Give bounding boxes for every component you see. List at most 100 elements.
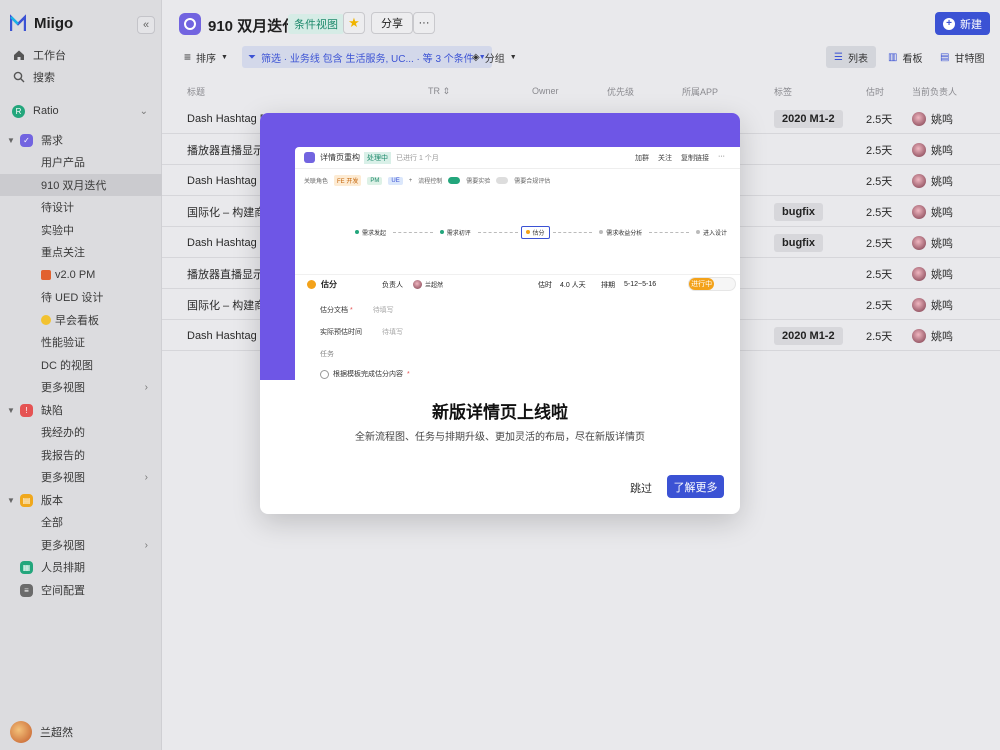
collapse-sidebar-button[interactable]: « [137, 16, 155, 34]
cell-assignee[interactable]: 姚鸣 [912, 227, 953, 258]
process-label: 流程控制 [418, 179, 443, 185]
column-header-priority[interactable]: 优先级 [607, 80, 634, 102]
requirement-icon [304, 152, 315, 163]
column-header-tr[interactable]: TR ⇕ [428, 80, 450, 102]
task-schedule: 5-12~5-16 [624, 281, 657, 288]
cell-assignee[interactable]: 姚鸣 [912, 134, 953, 165]
cell-title[interactable]: 播放器直播显示 [187, 134, 264, 165]
group-button[interactable]: ◈ 分组 ▼ [472, 46, 517, 68]
add-role-icon: + [408, 177, 413, 184]
avatar [912, 235, 926, 250]
avatar [912, 266, 926, 281]
avatar [912, 111, 926, 126]
sidebar-item-910-iteration[interactable]: 910 双月迭代 [0, 174, 162, 196]
cell-estimate: 2.5天 [866, 268, 893, 281]
column-header-app[interactable]: 所属APP [682, 80, 718, 102]
avatar [912, 328, 926, 343]
filter-icon: ⏷ [248, 51, 256, 63]
owner-label: 负责人 [382, 281, 403, 289]
cell-title[interactable]: Dash Hashtag R [187, 320, 268, 351]
cell-estimate: 2.5天 [866, 237, 893, 250]
cell-assignee[interactable]: 姚鸣 [912, 320, 953, 351]
tab-label: 列表 [847, 53, 868, 65]
cell-assignee[interactable]: 姚鸣 [912, 196, 953, 227]
review-toggle [496, 177, 509, 184]
cell-estimate: 2.5天 [866, 175, 893, 188]
sidebar-group-bugs[interactable]: ▼ ! 缺陷 [0, 399, 162, 421]
caret-down-icon: ▼ [7, 495, 15, 505]
sidebar-item-label: 我经办的 [41, 427, 85, 439]
tab-board[interactable]: ▥ 看板 [880, 46, 930, 68]
column-header-owner[interactable]: Owner [532, 80, 559, 102]
cell-title[interactable]: 国际化 – 构建商 [187, 196, 265, 227]
workspace-switcher[interactable]: R Ratio ⌄ [0, 100, 162, 122]
modal-title: 新版详情页上线啦 [432, 403, 568, 422]
avatar [912, 297, 926, 312]
sidebar-item-reported-by-me[interactable]: 我报告的 [0, 444, 162, 466]
sidebar-item-schedule[interactable]: ▦ 人员排期 [0, 556, 162, 578]
learn-more-button[interactable]: 了解更多 [667, 475, 724, 498]
column-header-estimate[interactable]: 估时 [866, 80, 884, 102]
cell-title[interactable]: Dash Hashtag R [187, 103, 268, 134]
sidebar-item-all[interactable]: 全部 [0, 511, 162, 533]
plus-icon: + [943, 17, 955, 30]
current-user[interactable]: 兰超然 [10, 721, 73, 743]
workspace-badge: R [12, 104, 25, 118]
preview-title: 详情页重构 [320, 153, 360, 162]
cell-assignee[interactable]: 姚鸣 [912, 289, 953, 320]
sidebar-item-dc-view[interactable]: DC 的视图 [0, 354, 162, 376]
sidebar-item-assigned-to-me[interactable]: 我经办的 [0, 421, 162, 443]
filter-button[interactable]: ⏷ 筛选 · 业务线 包含 生活服务, UC... · 等 3 个条件 ▼ [242, 46, 492, 68]
estimate-label: 估时 [538, 281, 552, 289]
sidebar-item-more-views[interactable]: 更多视图 › [0, 534, 162, 556]
sidebar-item-user-product[interactable]: 用户产品 [0, 151, 162, 173]
process-flow: 需求发起 需求初评 估分 需求收益分析 进入设计 [351, 223, 731, 241]
sidebar-item-more-views[interactable]: 更多视图 › [0, 466, 162, 488]
sidebar-item-morning-board[interactable]: 早会看板 [0, 309, 162, 331]
sidebar-item-label: 早会看板 [55, 315, 99, 327]
tab-list[interactable]: ☰ 列表 [826, 46, 876, 68]
sidebar-item-space-settings[interactable]: ≡ 空间配置 [0, 579, 162, 601]
column-header-title[interactable]: 标题 [187, 80, 205, 102]
task-owner: 兰超然 [413, 280, 443, 289]
sidebar-item-focus[interactable]: 重点关注 [0, 241, 162, 263]
sort-button[interactable]: ≡ 排序 ▼ [184, 46, 228, 68]
column-header-assignee[interactable]: 当前负责人 [912, 80, 957, 102]
sidebar-item-v2-pm[interactable]: v2.0 PM [0, 264, 162, 286]
sidebar-group-versions[interactable]: ▼ ▤ 版本 [0, 489, 162, 511]
star-button[interactable]: ★ [343, 12, 365, 34]
sidebar-item-ued-design[interactable]: 待 UED 设计 [0, 286, 162, 308]
cell-title[interactable]: Dash Hashtag R [187, 227, 268, 258]
sidebar-item-performance[interactable]: 性能验证 [0, 331, 162, 353]
cell-title[interactable]: 播放器直播显示 [187, 258, 264, 289]
app-logo[interactable]: Miigo [10, 14, 73, 32]
skip-button[interactable]: 跳过 [630, 480, 652, 496]
share-button[interactable]: 分享 [371, 12, 413, 34]
sidebar-item-search[interactable]: 搜索 [0, 66, 162, 88]
sidebar-item-workbench[interactable]: 工作台 [0, 44, 162, 66]
sidebar-group-requirements[interactable]: ▼ ✓ 需求 [0, 129, 162, 151]
sidebar-item-more-views[interactable]: 更多视图 › [0, 376, 162, 398]
cell-title[interactable]: 国际化 – 构建商 [187, 289, 265, 320]
star-icon: ★ [348, 15, 360, 30]
preview-task-section: 任务 [320, 351, 334, 358]
sidebar-item-label: 实验中 [41, 225, 74, 237]
more-button[interactable]: ··· [413, 12, 435, 34]
tag-badge: bugfix [774, 233, 823, 252]
tab-gantt[interactable]: ▤ 甘特图 [932, 46, 992, 68]
cell-title[interactable]: Dash Hashtag R [187, 165, 268, 196]
sidebar-item-experimenting[interactable]: 实验中 [0, 219, 162, 241]
role-tag: PM [367, 176, 383, 185]
caret-down-icon: ▼ [221, 53, 228, 61]
status-badge: 处理中 [364, 151, 391, 164]
sidebar-item-label: 工作台 [33, 50, 66, 62]
cell-assignee[interactable]: 姚鸣 [912, 165, 953, 196]
cell-assignee[interactable]: 姚鸣 [912, 258, 953, 289]
cell-assignee[interactable]: 姚鸣 [912, 103, 953, 134]
sidebar-item-to-design[interactable]: 待设计 [0, 196, 162, 218]
column-header-tags[interactable]: 标签 [774, 80, 792, 102]
sidebar-item-label: 我报告的 [41, 450, 85, 462]
requirement-icon [179, 13, 201, 35]
sidebar-item-label: 更多视图 [41, 540, 85, 552]
new-button[interactable]: + 新建 [935, 12, 990, 35]
